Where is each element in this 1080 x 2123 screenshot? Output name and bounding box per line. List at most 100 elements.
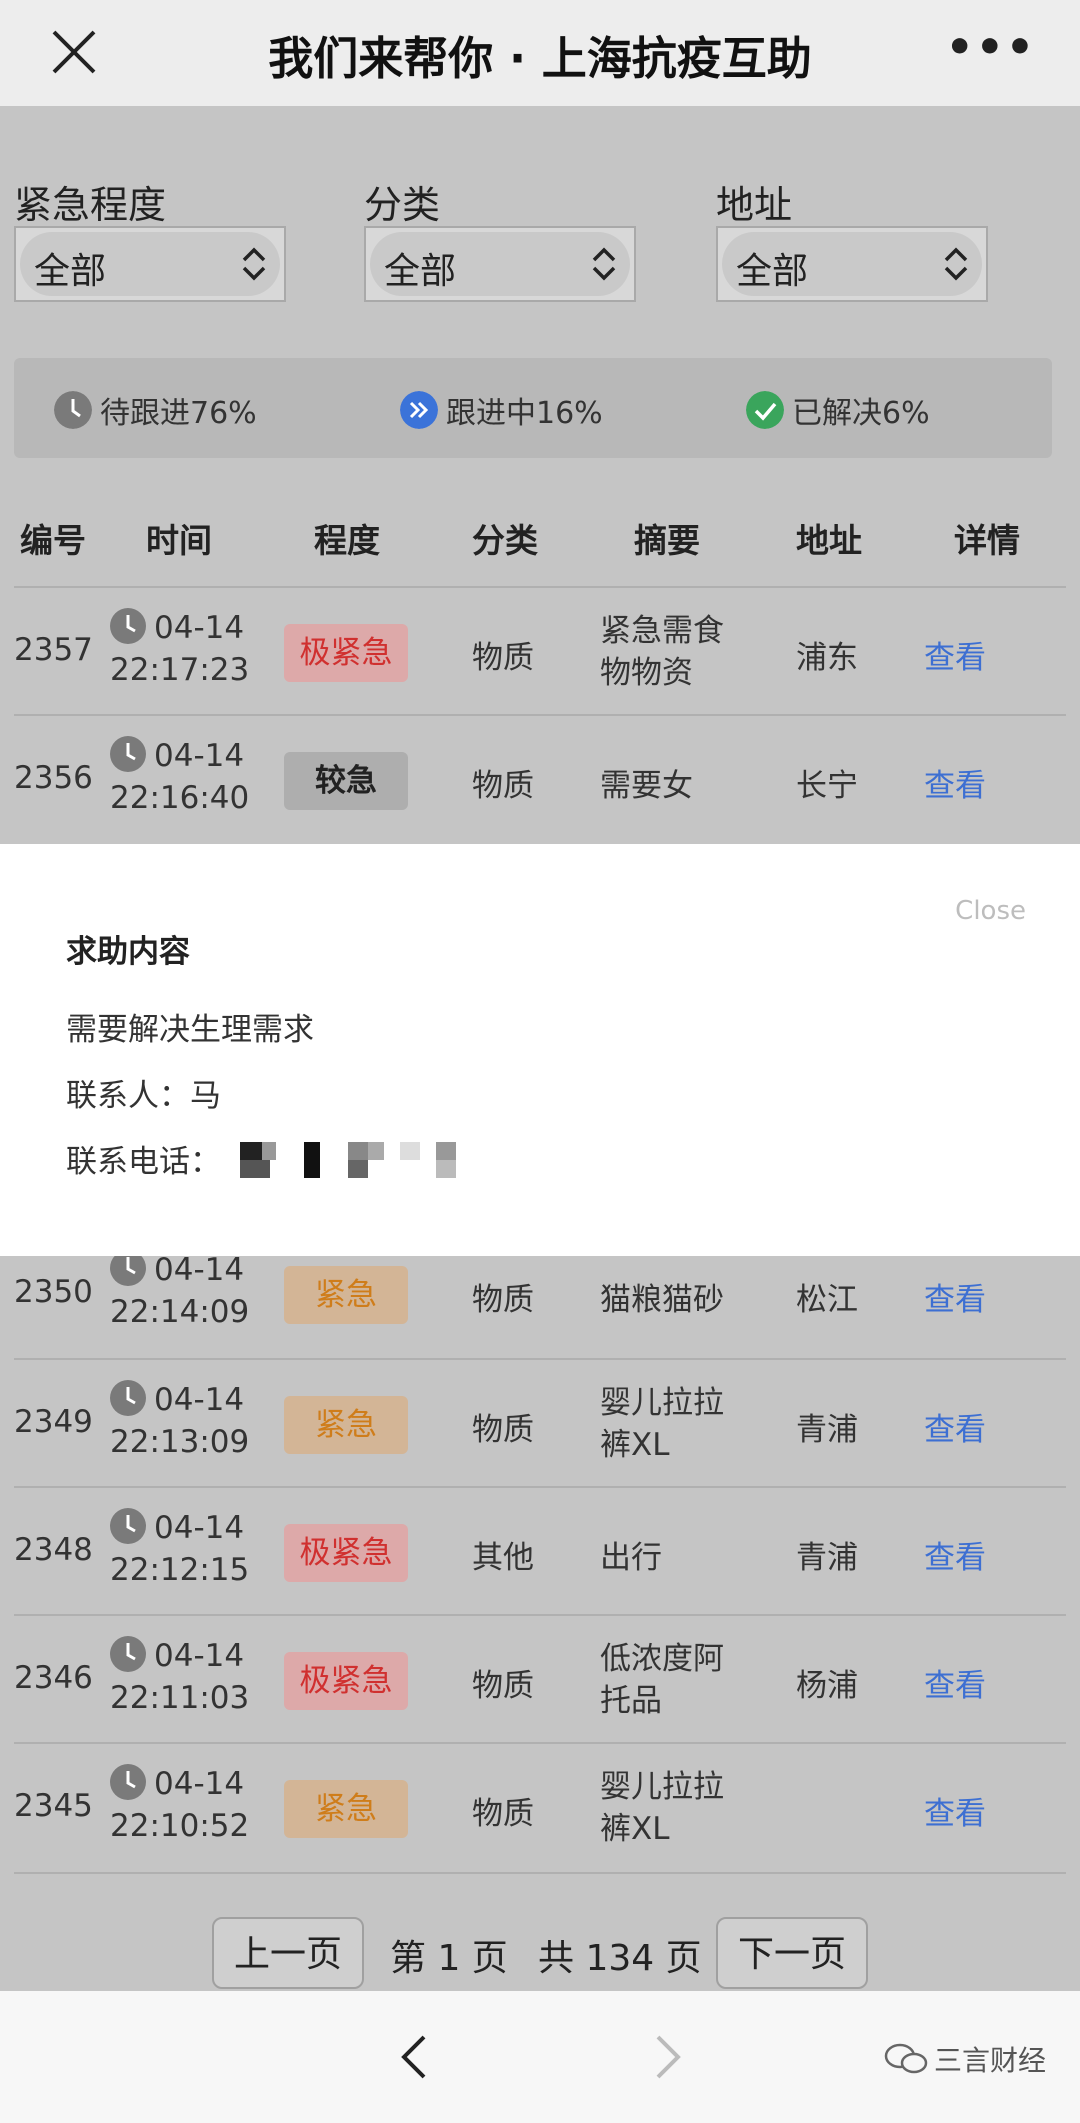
row-date: 04-14 [154,1638,245,1674]
category-select[interactable]: 全部 [364,226,636,302]
urgency-badge: 极紧急 [284,624,408,682]
col-header-time: 时间 [146,521,212,560]
row-id: 2345 [14,1788,93,1824]
urgency-badge: 紧急 [284,1780,408,1838]
urgency-badge: 紧急 [284,1266,408,1324]
row-summary: 低浓度阿托品 [600,1641,724,1719]
chevron-updown-icon [242,247,266,281]
row-category: 物质 [472,1668,534,1704]
view-detail-link[interactable]: 查看 [924,760,986,805]
col-header-summary: 摘要 [634,521,700,560]
prev-page-button[interactable]: 上一页 [212,1917,364,1989]
row-category: 物质 [472,1412,534,1448]
clock-icon [110,1636,146,1672]
forward-icon[interactable] [648,2031,688,2083]
view-detail-link[interactable]: 查看 [924,1274,986,1319]
pagination: 上一页 第 1 页 共 134 页 下一页 [0,1917,1080,1997]
status-pending[interactable]: 待跟进76% [54,388,257,432]
row-time: 22:11:03 [110,1680,250,1716]
row-id: 2348 [14,1532,93,1568]
watermark: 三言财经 [884,2039,1046,2079]
clock-icon [110,1508,146,1544]
urgency-badge: 较急 [284,752,408,810]
view-detail-link[interactable]: 查看 [924,1788,986,1833]
row-address: 松江 [796,1282,858,1318]
address-select[interactable]: 全部 [716,226,988,302]
status-resolved[interactable]: 已解决6% [746,388,930,432]
urgency-badge: 极紧急 [284,1524,408,1582]
chevron-updown-icon [592,247,616,281]
check-circle-icon [746,391,784,429]
row-date: 04-14 [154,610,245,646]
row-time: 22:12:15 [110,1552,250,1588]
view-detail-link[interactable]: 查看 [924,1404,986,1449]
view-detail-link[interactable]: 查看 [924,1532,986,1577]
row-category: 物质 [472,1282,534,1318]
more-menu-icon[interactable]: ••• [946,22,1036,73]
back-icon[interactable] [394,2031,434,2083]
row-time: 22:16:40 [110,780,250,816]
contact-phone-label: 联系电话： [66,1144,221,1180]
clock-icon [54,391,92,429]
status-label: 跟进中16% [446,396,603,431]
filter-label-category: 分类 [364,183,441,227]
row-time: 22:17:23 [110,652,250,688]
title-bar: 我们来帮你 · 上海抗疫互助 ••• [0,0,1080,106]
redacted-phone [240,1142,456,1178]
select-value: 全部 [34,251,107,292]
view-detail-link[interactable]: 查看 [924,1660,986,1705]
current-page: 第 1 页 [390,1938,508,1979]
row-address: 长宁 [796,768,858,804]
urgency-badge: 紧急 [284,1396,408,1454]
row-time: 22:13:09 [110,1424,250,1460]
row-id: 2350 [14,1274,93,1310]
watermark-text: 三言财经 [933,2044,1046,2077]
row-summary: 出行 [600,1540,662,1576]
modal-title: 求助内容 [66,934,190,970]
select-value: 全部 [384,251,457,292]
clock-icon [110,1380,146,1416]
help-content-text: 需要解决生理需求 [66,1012,314,1048]
wechat-icon [884,2043,928,2074]
row-date: 04-14 [154,1252,245,1288]
row-category: 物质 [472,1796,534,1832]
filter-label-urgency: 紧急程度 [14,183,167,227]
page-title: 我们来帮你 · 上海抗疫互助 [268,32,812,85]
row-date: 04-14 [154,1766,245,1802]
col-header-category: 分类 [472,521,538,560]
total-pages: 共 134 页 [538,1938,702,1979]
status-in-progress[interactable]: 跟进中16% [400,388,603,432]
urgency-select[interactable]: 全部 [14,226,286,302]
view-detail-link[interactable]: 查看 [924,632,986,677]
row-summary: 婴儿拉拉裤XL [600,1385,724,1463]
chevron-updown-icon [944,247,968,281]
row-date: 04-14 [154,1510,245,1546]
row-category: 其他 [472,1540,534,1576]
row-id: 2349 [14,1404,93,1440]
row-category: 物质 [472,640,534,676]
urgency-badge: 极紧急 [284,1652,408,1710]
status-label: 已解决6% [792,396,930,431]
row-category: 物质 [472,768,534,804]
table-row: 2350 04-14 22:14:09 紧急 物质 猫粮猫砂 松江 查看 [14,1248,1066,1376]
row-date: 04-14 [154,1382,245,1418]
filter-label-address: 地址 [716,183,793,227]
status-label: 待跟进76% [100,396,257,431]
contact-person: 联系人：马 [66,1078,221,1114]
next-page-button[interactable]: 下一页 [716,1917,868,1989]
row-address: 浦东 [796,640,858,676]
select-value: 全部 [736,251,809,292]
table-row: 2345 04-14 22:10:52 紧急 物质 婴儿拉拉裤XL 查看 [14,1742,1066,1874]
row-time: 22:14:09 [110,1294,250,1330]
modal-close-button[interactable]: Close [955,896,1026,926]
row-summary: 需要女 [600,768,693,804]
col-header-address: 地址 [796,521,862,560]
clock-icon [110,1764,146,1800]
row-address: 青浦 [796,1412,858,1448]
row-id: 2346 [14,1660,93,1696]
row-time: 22:10:52 [110,1808,250,1844]
clock-icon [110,608,146,644]
table-row: 2356 04-14 22:16:40 较急 物质 需要女 长宁 查看 [14,714,1066,844]
col-header-detail: 详情 [954,521,1020,560]
row-address: 杨浦 [796,1668,858,1704]
